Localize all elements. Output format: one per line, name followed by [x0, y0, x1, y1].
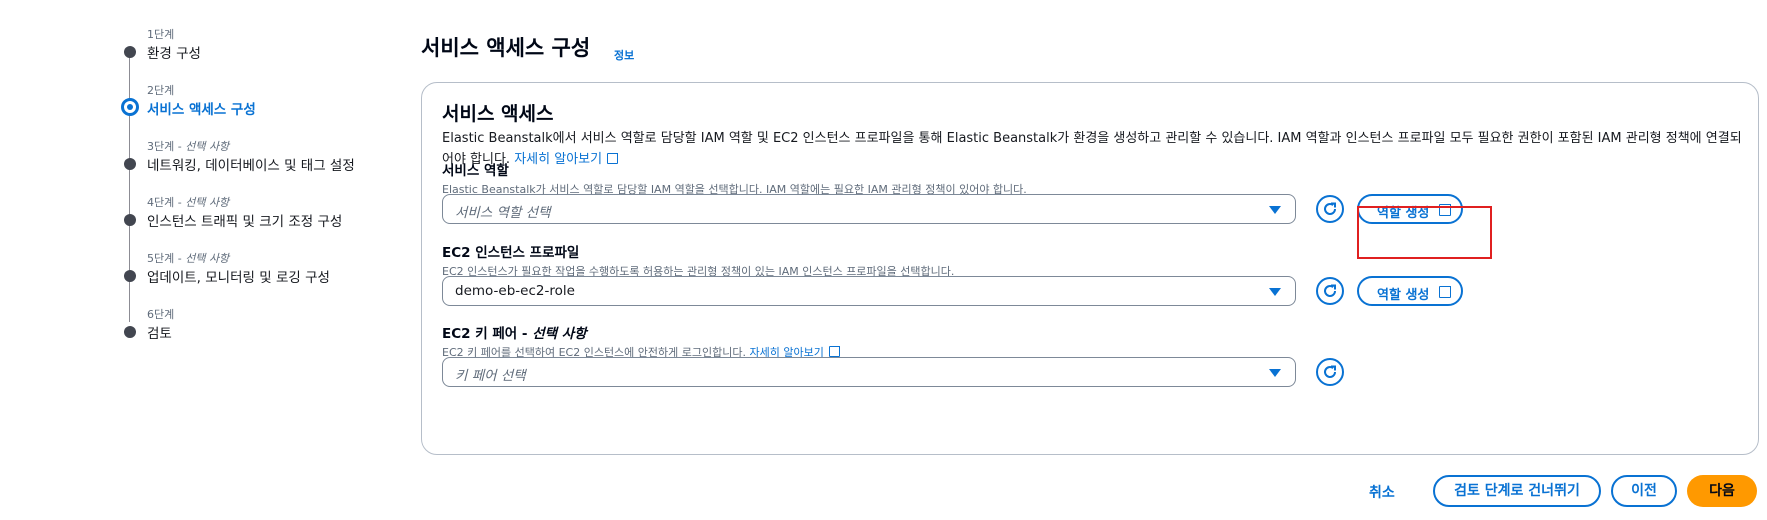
step-number: 4단계 - 선택 사항: [147, 196, 230, 209]
select-placeholder: 키 페어 선택: [455, 368, 526, 384]
step-1[interactable]: 1단계 환경 구성: [120, 26, 400, 82]
step-dot-active: [121, 98, 139, 116]
step-3: 3단계 - 선택 사항 네트워킹, 데이터베이스 및 태그 설정: [120, 138, 400, 194]
service-role-field: 서비스 역할 Elastic Beanstalk가 서비스 역할로 담당할 IA…: [442, 159, 1742, 224]
refresh-service-role-button[interactable]: [1316, 195, 1344, 223]
field-label: 서비스 역할: [442, 163, 509, 179]
step-dot: [124, 214, 136, 226]
refresh-icon: [1324, 365, 1336, 378]
step-dot: [124, 158, 136, 170]
highlight-box: [1357, 206, 1492, 259]
skip-to-review-button[interactable]: 검토 단계로 건너뛰기: [1433, 475, 1601, 507]
key-pair-field: EC2 키 페어 - 선택 사항 EC2 키 페어를 선택하여 EC2 인스턴스…: [442, 322, 1742, 387]
external-link-icon: [1439, 284, 1453, 298]
select-placeholder: 서비스 역할 선택: [455, 205, 551, 221]
wizard-steps: 1단계 환경 구성 2단계 서비스 액세스 구성 3단계 - 선택 사항 네트워…: [120, 26, 400, 362]
caret-down-icon: [1269, 369, 1281, 377]
instance-profile-select[interactable]: demo-eb-ec2-role: [442, 276, 1296, 306]
step-title: 인스턴스 트래픽 및 크기 조정 구성: [147, 214, 343, 230]
refresh-key-pair-button[interactable]: [1316, 358, 1344, 386]
select-value: demo-eb-ec2-role: [455, 283, 575, 299]
instance-profile-field: EC2 인스턴스 프로파일 EC2 인스턴스가 필요한 작업을 수행하도록 허용…: [442, 241, 1742, 306]
step-title: 서비스 액세스 구성: [147, 102, 256, 118]
step-6: 6단계 검토: [120, 306, 400, 362]
step-4: 4단계 - 선택 사항 인스턴스 트래픽 및 크기 조정 구성: [120, 194, 400, 250]
info-link[interactable]: 정보: [614, 47, 634, 63]
step-number: 1단계: [147, 28, 175, 41]
step-number: 2단계: [147, 84, 175, 97]
service-role-select[interactable]: 서비스 역할 선택: [442, 194, 1296, 224]
refresh-icon: [1324, 202, 1336, 215]
field-label: EC2 인스턴스 프로파일: [442, 245, 580, 261]
key-pair-select[interactable]: 키 페어 선택: [442, 357, 1296, 387]
next-button[interactable]: 다음: [1687, 475, 1757, 507]
field-label: EC2 키 페어 - 선택 사항: [442, 326, 587, 342]
step-title: 업데이트, 모니터링 및 로깅 구성: [147, 270, 330, 286]
step-dot: [124, 326, 136, 338]
caret-down-icon: [1269, 206, 1281, 214]
step-dot: [124, 46, 136, 58]
previous-button[interactable]: 이전: [1611, 475, 1677, 507]
step-5: 5단계 - 선택 사항 업데이트, 모니터링 및 로깅 구성: [120, 250, 400, 306]
step-2: 2단계 서비스 액세스 구성: [120, 82, 400, 138]
step-title: 네트워킹, 데이터베이스 및 태그 설정: [147, 158, 355, 174]
step-number: 6단계: [147, 308, 175, 321]
step-title[interactable]: 환경 구성: [147, 42, 201, 62]
step-number: 3단계 - 선택 사항: [147, 140, 230, 153]
page-title: 서비스 액세스 구성: [421, 36, 591, 60]
external-link-icon: [828, 344, 842, 357]
step-dot: [124, 270, 136, 282]
refresh-instance-profile-button[interactable]: [1316, 277, 1344, 305]
panel-title: 서비스 액세스: [442, 103, 554, 125]
step-number: 5단계 - 선택 사항: [147, 252, 230, 265]
caret-down-icon: [1269, 288, 1281, 296]
create-instance-role-button[interactable]: 역할 생성: [1357, 276, 1463, 306]
service-access-panel: 서비스 액세스 Elastic Beanstalk에서 서비스 역할로 담당할 …: [421, 82, 1759, 455]
refresh-icon: [1324, 284, 1336, 297]
cancel-button[interactable]: 취소: [1369, 482, 1395, 502]
step-title: 검토: [147, 326, 172, 342]
